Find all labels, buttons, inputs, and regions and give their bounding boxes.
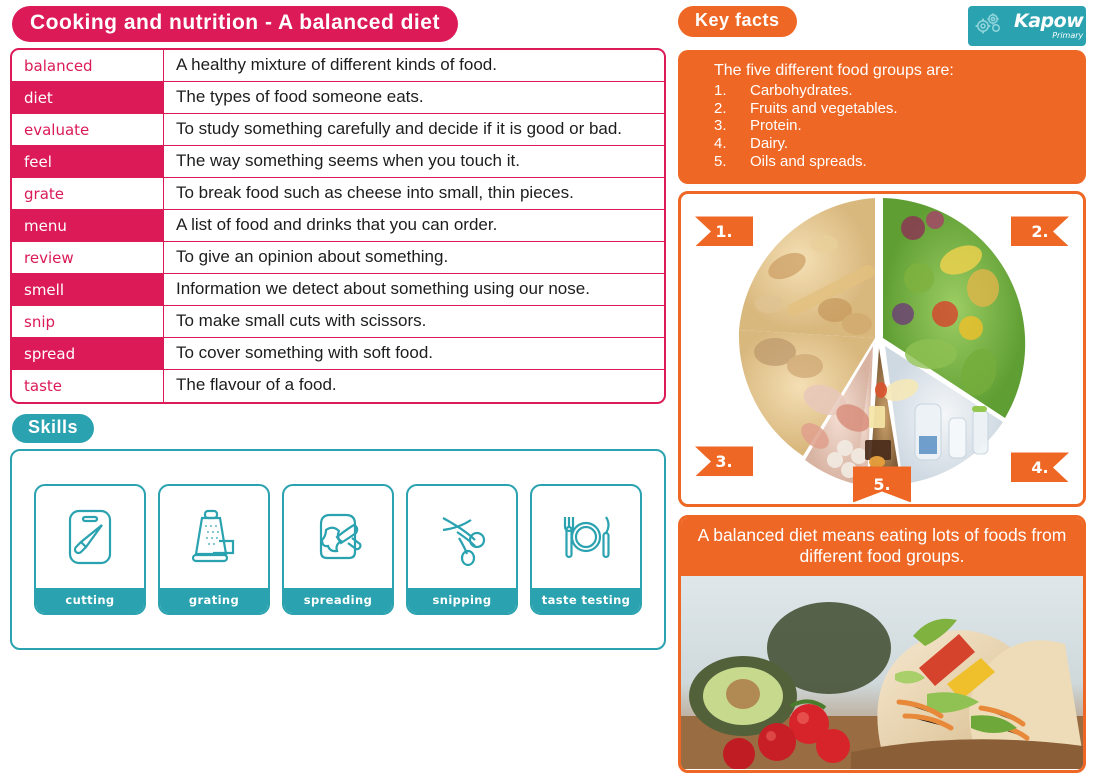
vocabulary-row: taste The flavour of a food.: [12, 370, 664, 402]
vocabulary-definition: To give an opinion about something.: [176, 247, 449, 267]
vocabulary-row: grate To break food such as cheese into s…: [12, 178, 664, 211]
vocabulary-definition: To cover something with soft food.: [176, 343, 434, 363]
vocabulary-term: smell: [12, 274, 164, 306]
vocabulary-term: taste: [12, 370, 164, 402]
key-fact-number: 4.: [714, 135, 727, 153]
vocabulary-row: feel The way something seems when you tou…: [12, 146, 664, 179]
vocabulary-row: menu A list of food and drinks that you c…: [12, 210, 664, 243]
vocabulary-definition: The flavour of a food.: [176, 375, 337, 395]
key-fact-text: Carbohydrates.: [750, 82, 853, 99]
balanced-diet-caption: A balanced diet means eating lots of foo…: [681, 518, 1083, 577]
vocabulary-row: review To give an opinion about something…: [12, 242, 664, 275]
vocabulary-definition: To make small cuts with scissors.: [176, 311, 427, 331]
key-facts-lead: The five different food groups are:: [714, 62, 954, 79]
vocabulary-term: evaluate: [12, 114, 164, 146]
gears-icon: [973, 11, 1003, 42]
skills-heading: Skills: [12, 413, 95, 443]
vocabulary-definition: Information we detect about something us…: [176, 279, 590, 299]
skill-card-grating: grating: [158, 483, 270, 615]
eatwell-plate-figure: 1. 2. 3. 4. 5.: [678, 191, 1086, 508]
key-fact-item: 1. Carbohydrates.: [692, 82, 1072, 100]
key-fact-item: 3. Protein.: [692, 117, 1072, 135]
skill-card-spreading: spreading: [282, 483, 394, 615]
key-fact-text: Dairy.: [750, 135, 789, 153]
key-fact-number: 1.: [714, 82, 727, 99]
vocabulary-definition: The way something seems when you touch i…: [176, 151, 520, 171]
vocabulary-term: diet: [12, 82, 164, 114]
key-facts-header: Key facts Kapow Primary: [678, 6, 1086, 46]
key-fact-item: 2. Fruits and vegetables.: [692, 100, 1072, 118]
cheese-grater-icon: [160, 486, 268, 588]
vocabulary-row: balanced A healthy mixture of different k…: [12, 50, 664, 83]
vocabulary-term: feel: [12, 146, 164, 178]
vocabulary-definition: The types of food someone eats.: [176, 87, 424, 107]
kapow-primary-logo: Kapow Primary: [968, 6, 1086, 46]
skills-panel: cutting grating spreading snipping taste tes…: [10, 448, 666, 650]
vocabulary-row: evaluate To study something carefully and…: [12, 114, 664, 147]
page-title: Cooking and nutrition - A balanced diet: [12, 6, 458, 42]
key-fact-number: 2.: [714, 99, 727, 117]
vocabulary-term: spread: [12, 338, 164, 370]
skill-card-taste-testing: taste testing: [530, 483, 642, 615]
vocabulary-row: smell Information we detect about somethi…: [12, 274, 664, 307]
right-column: Key facts Kapow Primary The five differe…: [678, 6, 1086, 773]
vocabulary-term: grate: [12, 178, 164, 210]
skill-label: taste testing: [532, 587, 640, 613]
key-fact-text: Protein.: [750, 117, 802, 135]
vocabulary-definition: A list of food and drinks that you can o…: [176, 215, 498, 235]
vocabulary-table: balanced A healthy mixture of different k…: [10, 48, 666, 404]
salad-wraps-photo: [681, 576, 1083, 770]
vocabulary-row: spread To cover something with soft food.: [12, 338, 664, 371]
vocabulary-term: snip: [12, 306, 164, 338]
vocabulary-term: balanced: [12, 50, 164, 82]
skill-label: spreading: [284, 587, 392, 613]
skill-label: snipping: [408, 587, 516, 613]
logo-wordmark: Kapow Primary: [1014, 10, 1084, 40]
logo-subtitle: Primary: [1052, 31, 1084, 40]
vocabulary-row: diet The types of food someone eats.: [12, 82, 664, 115]
key-fact-item: 4. Dairy.: [692, 135, 1072, 153]
bread-spreading-knife-icon: [284, 486, 392, 588]
skill-label: cutting: [36, 587, 144, 613]
vocabulary-term: review: [12, 242, 164, 274]
chopping-board-knife-icon: [36, 486, 144, 588]
key-facts-list: 1. Carbohydrates. 2. Fruits and vegetables.…: [692, 82, 1072, 170]
skill-label: grating: [160, 587, 268, 613]
vocabulary-definition: A healthy mixture of different kinds of …: [176, 55, 497, 74]
key-facts-heading: Key facts: [678, 6, 797, 37]
vocabulary-term: menu: [12, 210, 164, 242]
vocabulary-definition: To break food such as cheese into small,…: [176, 183, 574, 203]
key-fact-text: Oils and spreads.: [750, 152, 867, 170]
key-fact-number: 5.: [714, 152, 727, 170]
vocabulary-row: snip To make small cuts with scissors.: [12, 306, 664, 339]
key-fact-text: Fruits and vegetables.: [750, 99, 898, 117]
key-fact-item: 5. Oils and spreads.: [692, 153, 1072, 171]
skill-card-snipping: snipping: [406, 483, 518, 615]
logo-name: Kapow: [1014, 10, 1084, 32]
plate-fork-knife-icon: [532, 486, 640, 588]
key-facts-panel: The five different food groups are: 1. Ca…: [678, 50, 1086, 185]
scissors-icon: [408, 486, 516, 588]
left-column: Cooking and nutrition - A balanced diet …: [10, 6, 668, 766]
vocabulary-definition: To study something carefully and decide …: [176, 119, 623, 139]
balanced-diet-card: A balanced diet means eating lots of foo…: [678, 515, 1086, 773]
skill-card-cutting: cutting: [34, 483, 146, 615]
key-fact-number: 3.: [714, 117, 727, 135]
